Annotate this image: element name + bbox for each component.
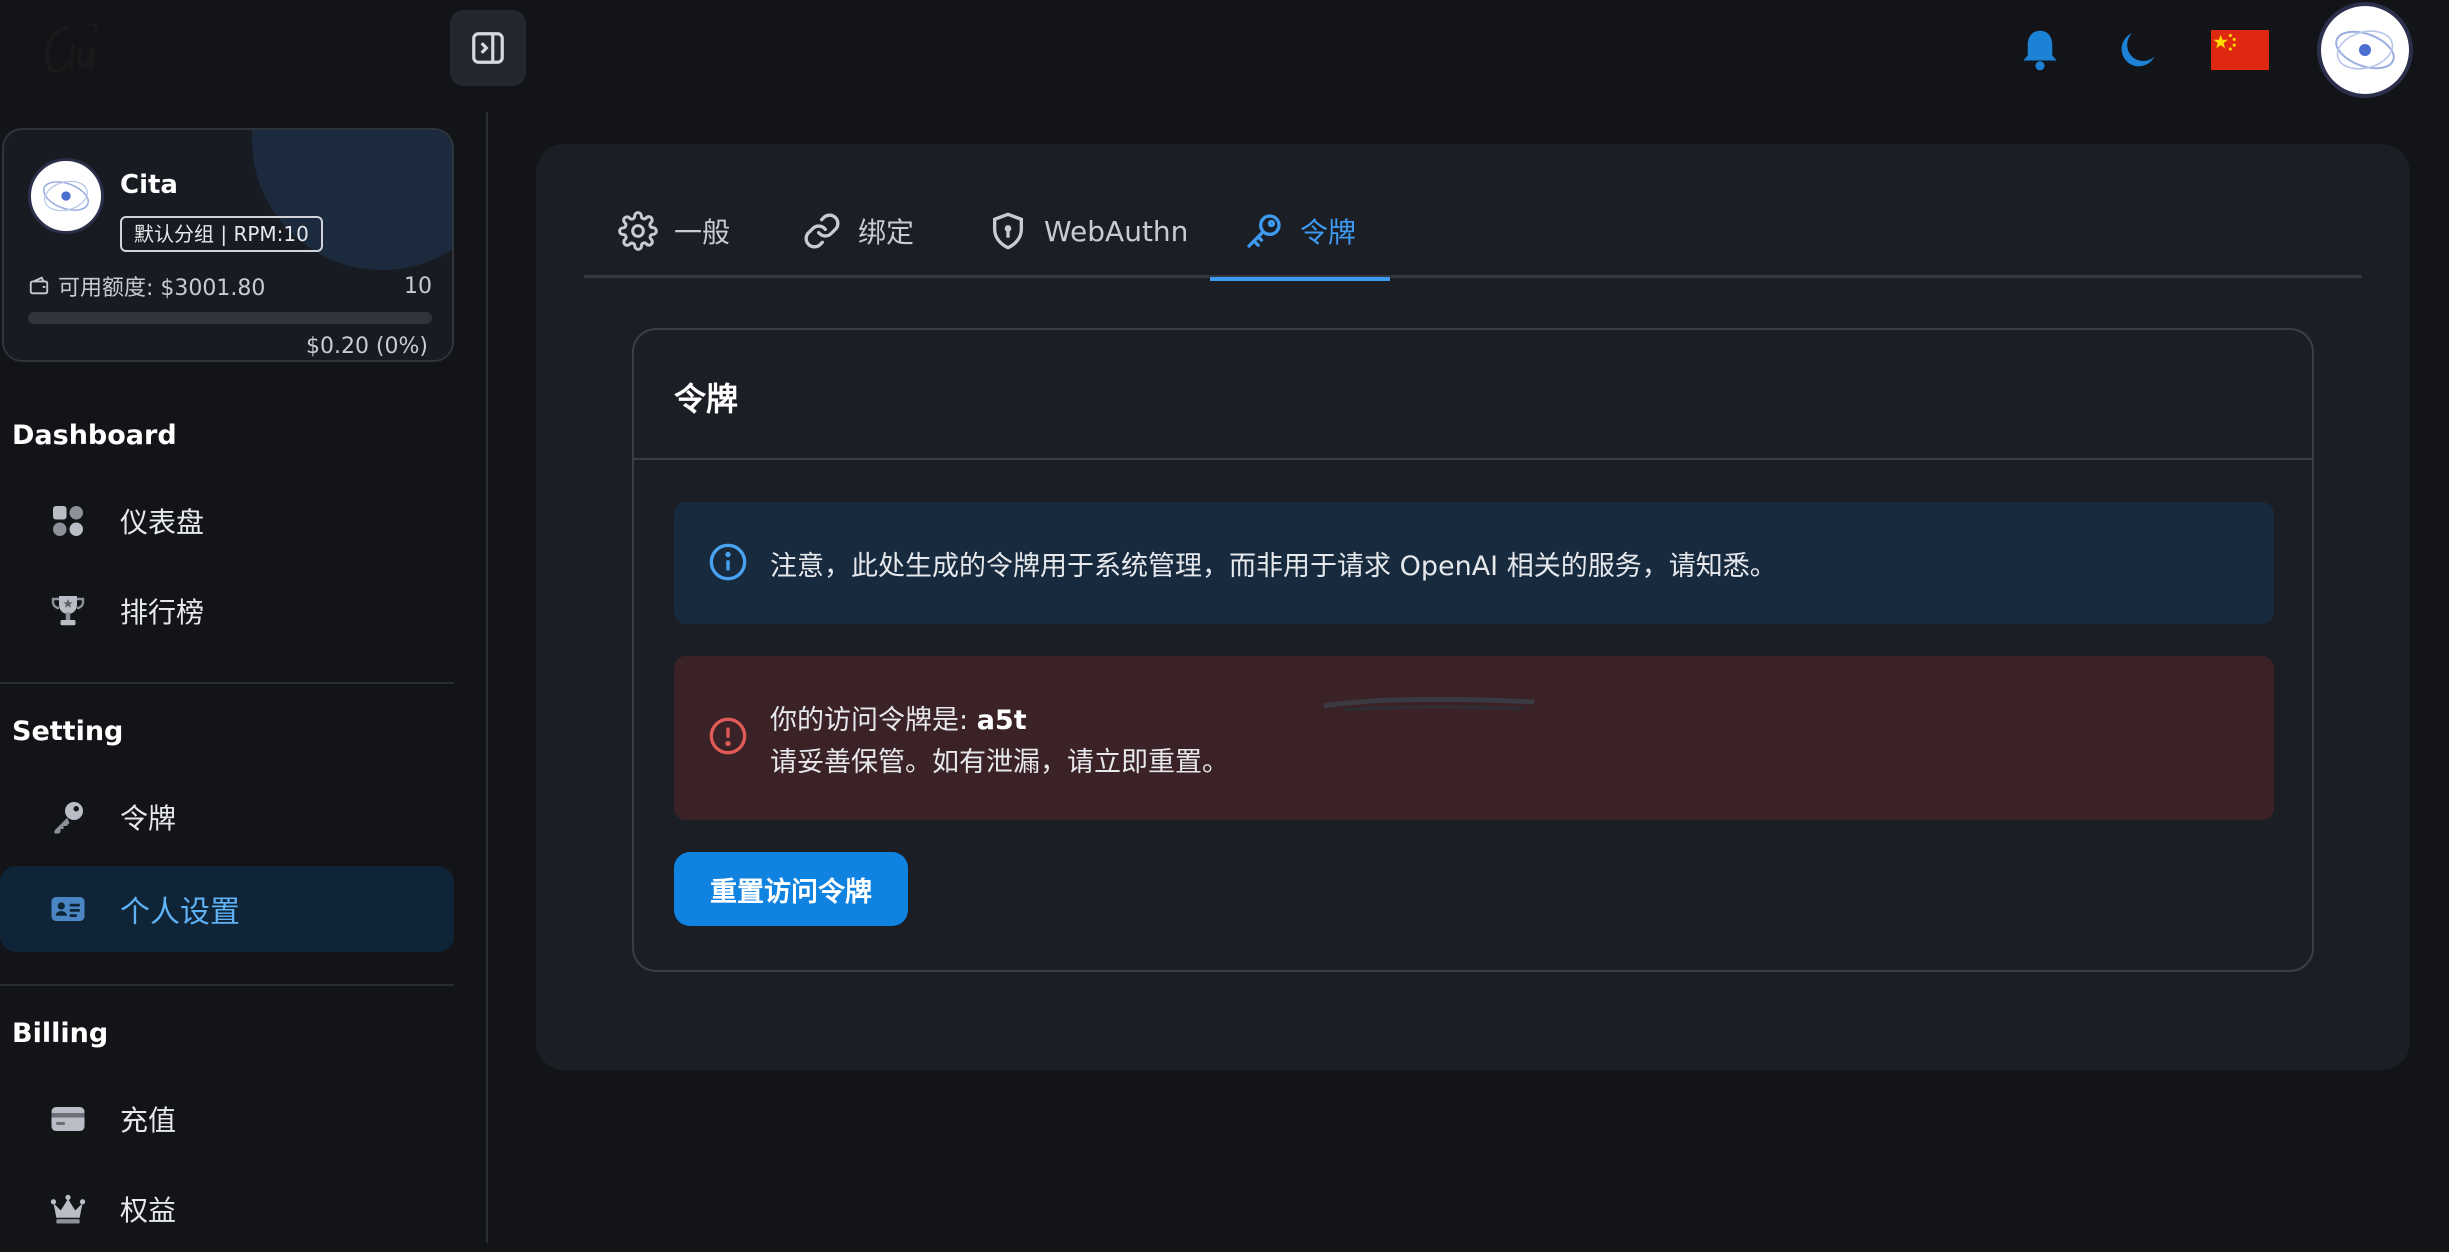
user-avatar [28, 158, 104, 234]
info-icon [709, 543, 747, 581]
avatar-icon [2335, 30, 2395, 70]
sidebar-item-leaderboard[interactable]: 排行榜 [0, 568, 454, 654]
header-actions [2015, 0, 2413, 100]
id-card-icon [48, 889, 88, 929]
gear-icon [618, 211, 658, 251]
settings-panel: 一般 绑定 WebAuthn 令牌 令牌 注意，此处生成的令牌用于系统管理，而非… [536, 144, 2410, 1070]
moon-icon [2121, 33, 2155, 67]
user-name: Cita [120, 170, 178, 200]
sidebar-item-topup[interactable]: 充值 [0, 1076, 454, 1162]
link-icon [804, 213, 840, 249]
crown-icon [48, 1189, 88, 1229]
usage-progress-bar [28, 312, 432, 324]
china-flag-icon [2211, 30, 2269, 70]
sidebar-divider [0, 682, 454, 684]
info-alert-text: 注意，此处生成的令牌用于系统管理，而非用于请求 OpenAI 相关的服务，请知悉… [770, 550, 1777, 582]
quota-label: 可用额度: $3001.80 [58, 276, 266, 301]
section-title-setting: Setting [12, 716, 124, 747]
dashboard-icon [48, 501, 88, 541]
notification-button[interactable] [2015, 25, 2065, 75]
warning-icon [709, 717, 747, 755]
group-badge: 默认分组 | RPM:10 [120, 216, 323, 252]
tab-webauthn[interactable]: WebAuthn [954, 184, 1222, 278]
key-icon [48, 797, 88, 837]
user-card: Cita 默认分组 | RPM:10 可用额度: $3001.80 10 $0.… [2, 128, 454, 362]
tab-label: WebAuthn [1044, 214, 1189, 248]
sidebar-item-label: 令牌 [120, 802, 177, 835]
sidebar-item-label: 排行榜 [120, 596, 205, 629]
tab-tokens[interactable]: 令牌 [1210, 184, 1391, 281]
token-warning-text: 请妥善保管。如有泄漏，请立即重置。 [770, 747, 1229, 778]
settings-tabs: 一般 绑定 WebAuthn 令牌 [584, 184, 2362, 281]
token-prefix: 你的访问令牌是: [770, 705, 977, 736]
info-alert: 注意，此处生成的令牌用于系统管理，而非用于请求 OpenAI 相关的服务，请知悉… [674, 502, 2274, 624]
token-card: 令牌 注意，此处生成的令牌用于系统管理，而非用于请求 OpenAI 相关的服务，… [632, 328, 2314, 972]
trophy-icon [48, 591, 88, 631]
sidebar-item-tokens[interactable]: 令牌 [0, 774, 454, 860]
credit-card-icon [48, 1099, 88, 1139]
redaction-mark [1323, 696, 1535, 712]
wallet-icon [28, 275, 50, 297]
sidebar-item-label: 仪表盘 [120, 506, 205, 539]
sidebar-item-personal-settings[interactable]: 个人设置 [0, 866, 454, 952]
usage-text: $0.20 (0%) [305, 334, 428, 359]
reset-token-button[interactable]: 重置访问令牌 [674, 852, 908, 926]
section-title-dashboard: Dashboard [12, 420, 177, 451]
tab-label: 一般 [674, 216, 731, 249]
sidebar-collapse-icon [472, 32, 504, 64]
sidebar-item-label: 个人设置 [120, 895, 240, 930]
bell-icon [2023, 30, 2057, 71]
sidebar-item-dashboard[interactable]: 仪表盘 [0, 478, 454, 564]
tab-general[interactable]: 一般 [584, 184, 764, 278]
theme-toggle-button[interactable] [2113, 25, 2163, 75]
key-icon [1247, 213, 1281, 248]
section-title-billing: Billing [12, 1018, 109, 1049]
token-alert: 你的访问令牌是: a5t 请妥善保管。如有泄漏，请立即重置。 [674, 656, 2274, 820]
language-flag[interactable] [2211, 30, 2269, 70]
app-logo[interactable] [32, 14, 112, 86]
tab-binding[interactable]: 绑定 [768, 184, 948, 278]
user-avatar-button[interactable] [2317, 2, 2413, 98]
token-line: 你的访问令牌是: a5t [770, 698, 1027, 737]
sidebar-toggle-button[interactable] [450, 10, 526, 86]
quota-row: 可用额度: $3001.80 10 [28, 270, 432, 302]
sidebar-item-label: 权益 [120, 1194, 177, 1227]
shield-icon [993, 212, 1023, 250]
tab-label: 绑定 [858, 216, 915, 249]
tab-label: 令牌 [1300, 215, 1357, 249]
card-divider [634, 458, 2312, 460]
card-title: 令牌 [674, 380, 739, 418]
sidebar: Cita 默认分组 | RPM:10 可用额度: $3001.80 10 $0.… [0, 112, 488, 1243]
avatar-icon [42, 180, 90, 212]
sidebar-divider [0, 984, 454, 986]
sidebar-item-label: 充值 [120, 1104, 177, 1137]
top-header [0, 0, 2449, 100]
token-value[interactable]: a5t [977, 705, 1027, 736]
sidebar-item-benefits[interactable]: 权益 [0, 1166, 454, 1252]
quota-count: 10 [404, 273, 432, 299]
